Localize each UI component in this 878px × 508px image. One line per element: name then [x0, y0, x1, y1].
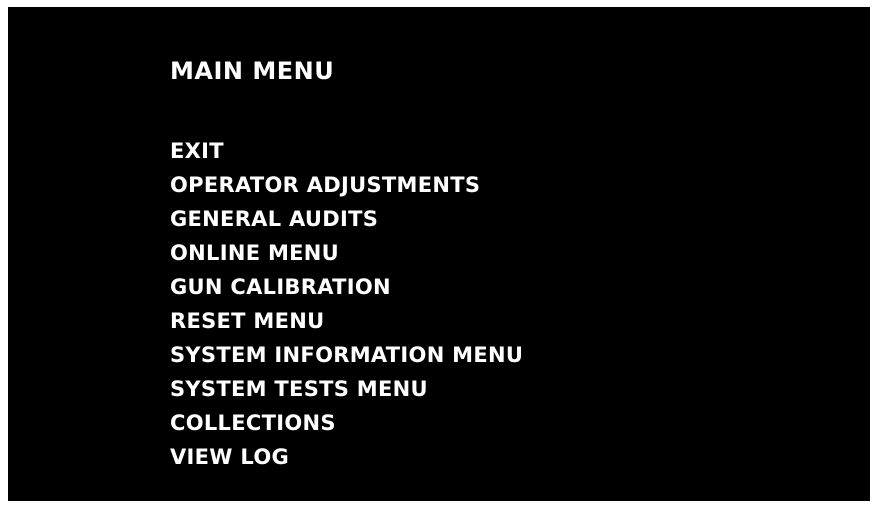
main-menu-list: EXIT OPERATOR ADJUSTMENTS GENERAL AUDITS…: [170, 137, 523, 477]
test-menu-screen: MAIN MENU EXIT OPERATOR ADJUSTMENTS GENE…: [8, 7, 870, 501]
menu-item-collections[interactable]: COLLECTIONS: [170, 409, 523, 443]
menu-item-exit[interactable]: EXIT: [170, 137, 523, 171]
menu-item-online-menu[interactable]: ONLINE MENU: [170, 239, 523, 273]
page-title: MAIN MENU: [170, 57, 335, 85]
menu-item-general-audits[interactable]: GENERAL AUDITS: [170, 205, 523, 239]
menu-item-view-log[interactable]: VIEW LOG: [170, 443, 523, 477]
menu-item-reset-menu[interactable]: RESET MENU: [170, 307, 523, 341]
menu-item-operator-adjustments[interactable]: OPERATOR ADJUSTMENTS: [170, 171, 523, 205]
menu-item-gun-calibration[interactable]: GUN CALIBRATION: [170, 273, 523, 307]
menu-item-system-information-menu[interactable]: SYSTEM INFORMATION MENU: [170, 341, 523, 375]
menu-item-system-tests-menu[interactable]: SYSTEM TESTS MENU: [170, 375, 523, 409]
